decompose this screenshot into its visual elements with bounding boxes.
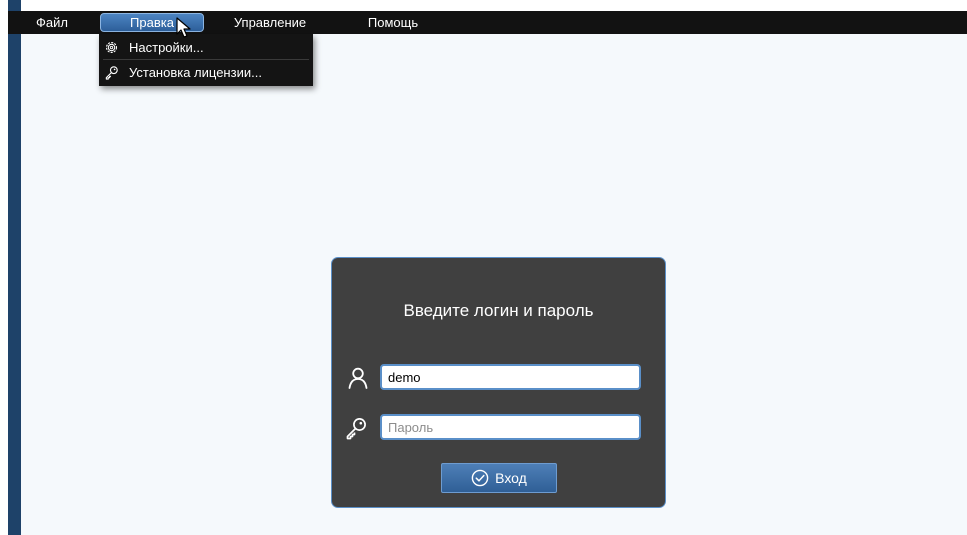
login-dialog: Введите логин и пароль Вход xyxy=(331,257,666,508)
user-icon xyxy=(348,367,368,389)
password-input[interactable] xyxy=(380,414,641,440)
menu-file[interactable]: Файл xyxy=(30,13,74,32)
edit-dropdown-menu: Настройки... Установка лицензии... xyxy=(99,34,313,86)
menu-manage[interactable]: Управление xyxy=(222,13,318,32)
menu-item-license[interactable]: Установка лицензии... xyxy=(99,61,313,84)
username-input[interactable] xyxy=(380,364,641,390)
login-button-label: Вход xyxy=(495,470,527,486)
check-circle-icon xyxy=(471,469,489,487)
key-icon xyxy=(346,418,366,440)
menu-bar: Файл Правка Управление Помощь xyxy=(8,11,967,34)
gear-icon xyxy=(105,41,118,54)
login-dialog-title: Введите логин и пароль xyxy=(403,301,594,320)
menu-item-settings-label: Настройки... xyxy=(129,40,204,55)
key-icon xyxy=(105,66,118,80)
menu-separator xyxy=(103,59,309,60)
left-accent-strip xyxy=(8,0,21,535)
menu-help[interactable]: Помощь xyxy=(358,13,428,32)
login-button[interactable]: Вход xyxy=(441,463,557,493)
menu-item-license-label: Установка лицензии... xyxy=(129,65,262,80)
mouse-cursor-icon xyxy=(176,17,191,38)
menu-item-settings[interactable]: Настройки... xyxy=(99,36,313,59)
